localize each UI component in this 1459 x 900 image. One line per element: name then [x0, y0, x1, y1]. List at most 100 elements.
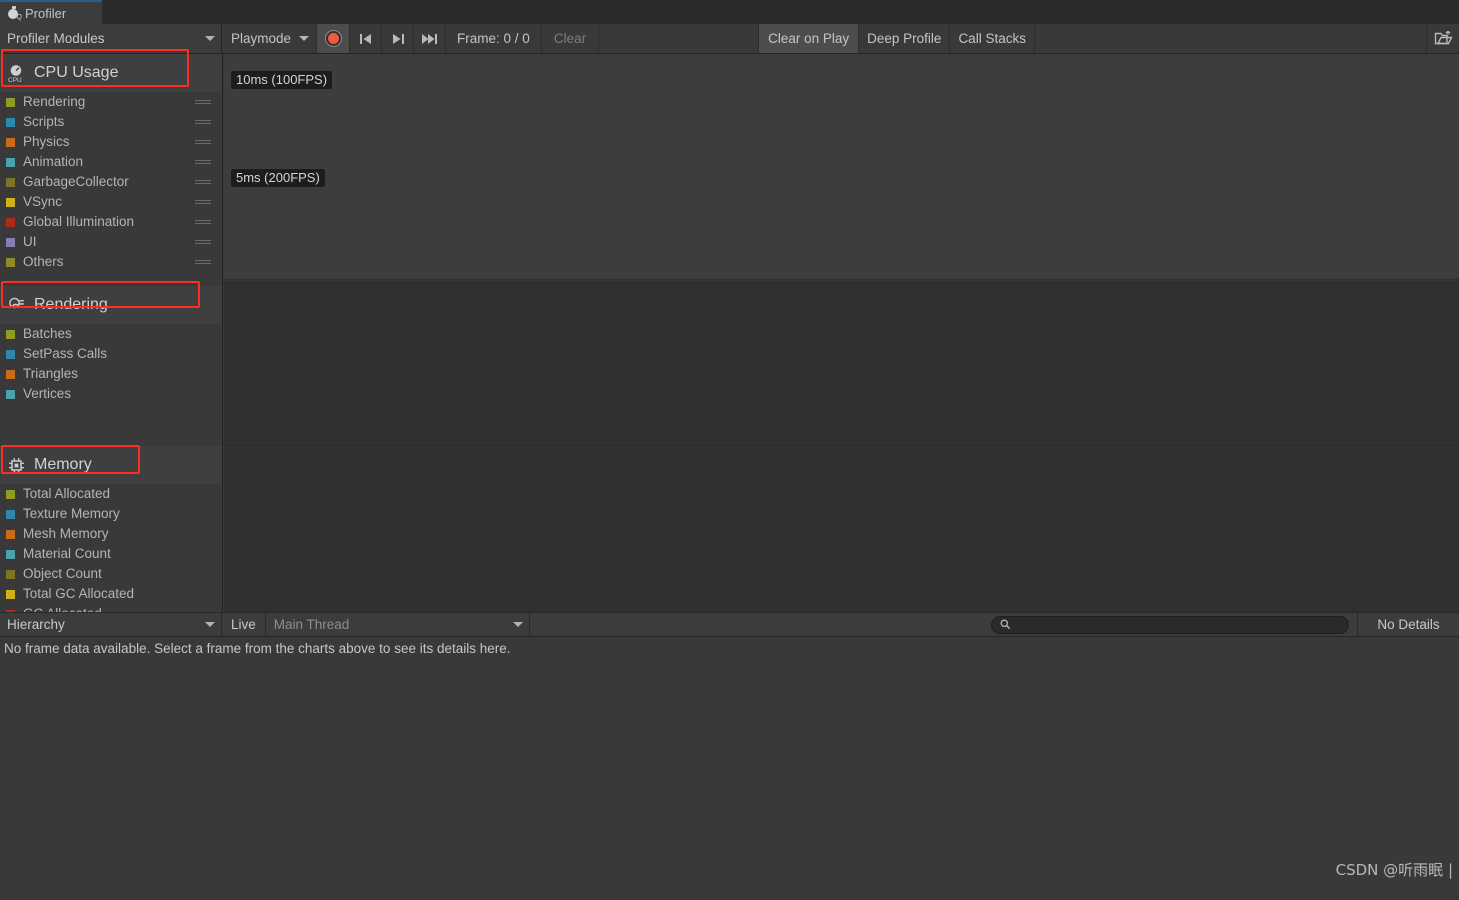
counter-row[interactable]: Global Illumination: [0, 212, 222, 232]
counter-row[interactable]: Triangles: [0, 364, 222, 384]
chevron-down-icon: [512, 622, 523, 627]
details-panel: No frame data available. Select a frame …: [0, 637, 1459, 900]
counter-swatch: [6, 237, 15, 247]
profiler-modules-label: Profiler Modules: [7, 31, 105, 46]
clear-button-label: Clear: [553, 31, 587, 46]
drag-handle-icon[interactable]: [195, 200, 211, 205]
counter-row[interactable]: Scripts: [0, 112, 222, 132]
drag-handle-icon[interactable]: [195, 160, 211, 165]
counter-row[interactable]: Material Count: [0, 544, 222, 564]
chart-cpu-usage[interactable]: 10ms (100FPS) 5ms (200FPS): [224, 54, 1459, 280]
playmode-label: Playmode: [231, 31, 292, 46]
counter-row[interactable]: Rendering: [0, 92, 222, 112]
load-profile-button[interactable]: [1427, 24, 1459, 53]
clear-on-play-label: Clear on Play: [768, 31, 850, 46]
tab-profiler-label: Profiler: [25, 5, 67, 21]
counter-row[interactable]: GarbageCollector: [0, 172, 222, 192]
chevron-down-icon: [205, 622, 215, 627]
counter-swatch: [6, 549, 15, 559]
counter-label: SetPass Calls: [23, 346, 108, 362]
call-stacks-toggle[interactable]: Call Stacks: [950, 24, 1035, 53]
counter-swatch: [6, 257, 15, 267]
next-frame-button[interactable]: [382, 24, 415, 53]
stopwatch-icon: Q: [7, 6, 22, 21]
counter-row[interactable]: Animation: [0, 152, 222, 172]
last-frame-button[interactable]: [414, 24, 447, 53]
counter-label: Mesh Memory: [23, 526, 109, 542]
counter-row[interactable]: GC Allocated: [0, 604, 222, 612]
counter-label: GarbageCollector: [23, 174, 129, 190]
counter-swatch: [6, 137, 15, 147]
counter-row[interactable]: UI: [0, 232, 222, 252]
counter-row[interactable]: SetPass Calls: [0, 344, 222, 364]
frame-counter-label: Frame: 0 / 0: [457, 31, 530, 46]
drag-handle-icon[interactable]: [195, 220, 211, 225]
counter-row[interactable]: Object Count: [0, 564, 222, 584]
toolbar-gap: [599, 24, 760, 53]
counter-row[interactable]: Texture Memory: [0, 504, 222, 524]
counter-swatch: [6, 117, 15, 127]
counter-swatch: [6, 177, 15, 187]
chart-rendering[interactable]: [224, 281, 1459, 442]
drag-handle-icon[interactable]: [195, 180, 211, 185]
counter-row[interactable]: Physics: [0, 132, 222, 152]
module-header-cpu-usage[interactable]: CPU CPU Usage: [0, 54, 222, 92]
clear-button[interactable]: Clear: [542, 24, 600, 53]
rendering-icon: [9, 297, 24, 309]
counter-row[interactable]: Others: [0, 252, 222, 272]
counter-row[interactable]: Mesh Memory: [0, 524, 222, 544]
details-panel-label: No Details: [1377, 617, 1440, 632]
previous-frame-button[interactable]: [350, 24, 383, 53]
counter-row[interactable]: Total GC Allocated: [0, 584, 222, 604]
counter-list-cpu-usage: Rendering Scripts Physics Animation Garb: [0, 92, 222, 272]
counter-swatch: [6, 97, 15, 107]
counter-row[interactable]: VSync: [0, 192, 222, 212]
chart-gridline-label: 5ms (200FPS): [231, 169, 325, 187]
counter-swatch: [6, 197, 15, 207]
counter-label: UI: [23, 234, 37, 250]
playmode-dropdown[interactable]: Playmode: [222, 24, 318, 53]
window-tabbar: Q Profiler: [0, 0, 1459, 24]
profiler-modules-list[interactable]: CPU CPU Usage Rendering Scripts Physics: [0, 54, 223, 612]
counter-label: Total GC Allocated: [23, 586, 135, 602]
counter-label: Scripts: [23, 114, 65, 130]
counter-label: Vertices: [23, 386, 72, 402]
cpu-gauge-icon: CPU: [8, 64, 22, 83]
counter-row[interactable]: Batches: [0, 324, 222, 344]
live-toggle[interactable]: Live: [222, 613, 266, 636]
drag-handle-icon[interactable]: [195, 120, 211, 125]
counter-swatch: [6, 217, 15, 227]
counter-label: Animation: [23, 154, 84, 170]
counter-label: Texture Memory: [23, 506, 120, 522]
counter-swatch: [6, 369, 15, 379]
counter-swatch: [6, 157, 15, 167]
counter-row[interactable]: Vertices: [0, 384, 222, 404]
view-mode-label: Hierarchy: [7, 617, 65, 632]
counter-row[interactable]: Total Allocated: [0, 484, 222, 504]
drag-handle-icon[interactable]: [195, 140, 211, 145]
call-stacks-label: Call Stacks: [958, 31, 1026, 46]
drag-handle-icon[interactable]: [195, 260, 211, 265]
frame-counter: Frame: 0 / 0: [446, 24, 542, 53]
module-header-memory[interactable]: Memory: [0, 446, 222, 484]
counter-swatch: [6, 329, 15, 339]
deep-profile-toggle[interactable]: Deep Profile: [859, 24, 951, 53]
chart-memory[interactable]: [224, 443, 1459, 612]
search-input[interactable]: [991, 616, 1349, 634]
view-mode-dropdown[interactable]: Hierarchy: [0, 613, 222, 636]
thread-label: Main Thread: [273, 617, 350, 632]
clear-on-play-toggle[interactable]: Clear on Play: [759, 24, 860, 53]
drag-handle-icon[interactable]: [195, 240, 211, 245]
record-button[interactable]: [317, 24, 351, 53]
details-panel-selector[interactable]: No Details: [1358, 613, 1459, 636]
thread-dropdown[interactable]: Main Thread: [266, 613, 530, 636]
deep-profile-label: Deep Profile: [867, 31, 942, 46]
counter-swatch: [6, 569, 15, 579]
search-field-wrapper[interactable]: [991, 616, 1349, 634]
profiler-modules-dropdown[interactable]: Profiler Modules: [0, 24, 222, 53]
drag-handle-icon[interactable]: [195, 100, 211, 105]
counter-swatch: [6, 529, 15, 539]
module-header-rendering[interactable]: Rendering: [0, 286, 222, 324]
skip-back-icon: [359, 33, 371, 44]
tab-profiler[interactable]: Q Profiler: [0, 0, 102, 24]
